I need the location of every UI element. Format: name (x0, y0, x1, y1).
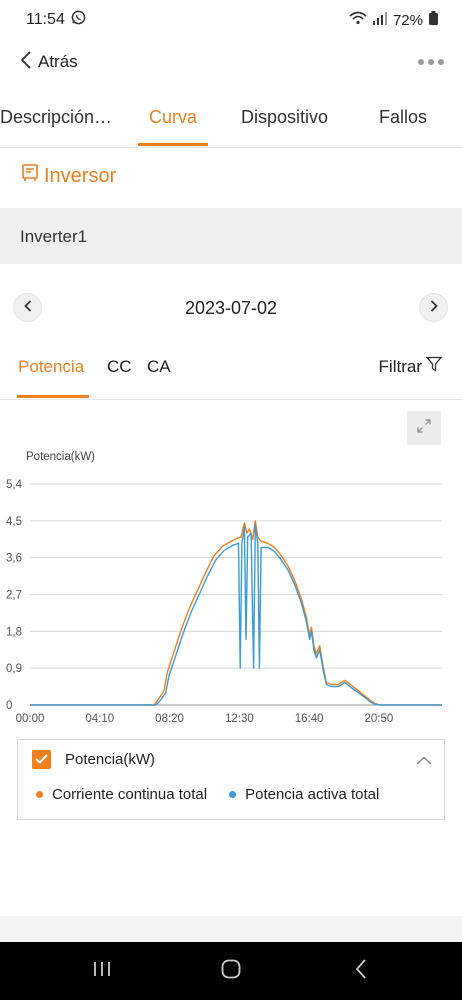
home-button[interactable] (211, 954, 251, 988)
app-header: Atrás (0, 40, 462, 84)
legend-collapse-button[interactable] (416, 752, 432, 770)
legend-dot-icon (229, 791, 237, 798)
legend-title: Potencia(kW) (65, 751, 156, 768)
section-title: Inversor (22, 164, 116, 188)
recent-apps-button[interactable] (82, 954, 122, 988)
device-selector[interactable]: Inverter1 (0, 208, 462, 264)
legend-item-label: Potencia activa total (245, 786, 380, 803)
x-tick-label: 12:30 (225, 713, 254, 725)
inverter-icon (22, 164, 38, 188)
tab-descripcion[interactable]: Descripción… (0, 94, 112, 147)
tab-ca[interactable]: CA (147, 348, 171, 386)
y-axis-label: Potencia(kW) (26, 451, 95, 463)
main-tabs: Descripción… Curva Dispositivo Fallos (0, 94, 462, 148)
chevron-up-icon (416, 752, 432, 769)
bottom-band (0, 916, 462, 942)
device-name: Inverter1 (20, 227, 88, 246)
chevron-right-icon (430, 299, 438, 317)
x-tick-label: 04:10 (85, 713, 114, 725)
date-label[interactable]: 2023-07-02 (0, 290, 462, 326)
previous-day-button[interactable] (13, 293, 42, 322)
legend-items: Corriente continua total Potencia activa… (36, 786, 379, 803)
back-arrow-icon (355, 958, 367, 984)
y-tick-label: 3,6 (6, 553, 22, 565)
tab-dispositivo[interactable]: Dispositivo (241, 94, 328, 147)
chevron-left-icon (23, 299, 32, 317)
more-dots-icon (418, 59, 424, 65)
section-title-label: Inversor (44, 164, 117, 187)
y-tick-label: 0 (6, 700, 12, 712)
tab-curva[interactable]: Curva (149, 94, 197, 147)
back-nav-button[interactable] (341, 954, 381, 988)
system-nav-bar (0, 942, 462, 1000)
battery-icon (429, 11, 438, 29)
status-time: 11:54 (26, 11, 65, 28)
recent-apps-icon (92, 961, 112, 982)
next-day-button[interactable] (419, 293, 448, 322)
more-options-button[interactable] (418, 59, 444, 65)
battery-percent: 72% (392, 11, 423, 29)
wifi-icon (349, 11, 367, 29)
status-left: 11:54 (26, 10, 86, 30)
y-tick-label: 5,4 (6, 479, 23, 491)
check-icon (35, 751, 48, 768)
active-tab-indicator (138, 143, 208, 146)
whatsapp-icon (71, 10, 86, 30)
x-tick-label: 08:20 (155, 713, 184, 725)
series-line-dc (30, 520, 442, 706)
series-line-ac (30, 524, 442, 706)
power-chart: Potencia(kW) 0 0,9 1,8 2,7 3,6 4,5 5,4 00:00 04:1… (0, 440, 462, 730)
legend-item-ac[interactable]: Potencia activa total (229, 786, 379, 803)
legend-checkbox[interactable] (32, 750, 51, 769)
filter-icon (425, 348, 443, 386)
active-subtab-indicator (17, 395, 89, 398)
y-tick-label: 1,8 (6, 626, 22, 638)
power-chart-svg: Potencia(kW) 0 0,9 1,8 2,7 3,6 4,5 5,4 00:00 04:1… (6, 451, 442, 725)
y-tick-label: 4,5 (6, 516, 22, 528)
back-button[interactable]: Atrás (20, 50, 78, 74)
date-navigator: 2023-07-02 (0, 290, 462, 326)
chevron-left-icon (20, 50, 32, 74)
tab-cc[interactable]: CC (107, 348, 132, 386)
y-tick-label: 0,9 (6, 663, 22, 675)
legend-item-label: Corriente continua total (52, 786, 208, 803)
tab-fallos[interactable]: Fallos (379, 94, 427, 147)
metric-tabs: Potencia CC CA Filtrar (0, 348, 462, 400)
status-bar: 11:54 72% (0, 0, 462, 40)
x-tick-label: 16:40 (295, 713, 324, 725)
legend-header: Potencia(kW) (32, 750, 155, 769)
filter-label: Filtrar (378, 357, 422, 376)
legend-dot-icon (36, 791, 43, 798)
signal-icon (372, 11, 387, 29)
home-icon (221, 959, 241, 984)
tab-potencia[interactable]: Potencia (18, 348, 84, 386)
x-tick-label: 20:50 (365, 713, 394, 725)
expand-icon (417, 418, 431, 438)
filter-button[interactable]: Filtrar (378, 348, 443, 386)
status-right: 72% (349, 11, 438, 29)
x-tick-label: 00:00 (16, 713, 45, 725)
legend-item-dc[interactable]: Corriente continua total (36, 786, 207, 803)
y-tick-label: 2,7 (6, 590, 22, 602)
chart-legend: Potencia(kW) Corriente continua total Po… (17, 739, 445, 820)
back-label: Atrás (38, 52, 78, 71)
